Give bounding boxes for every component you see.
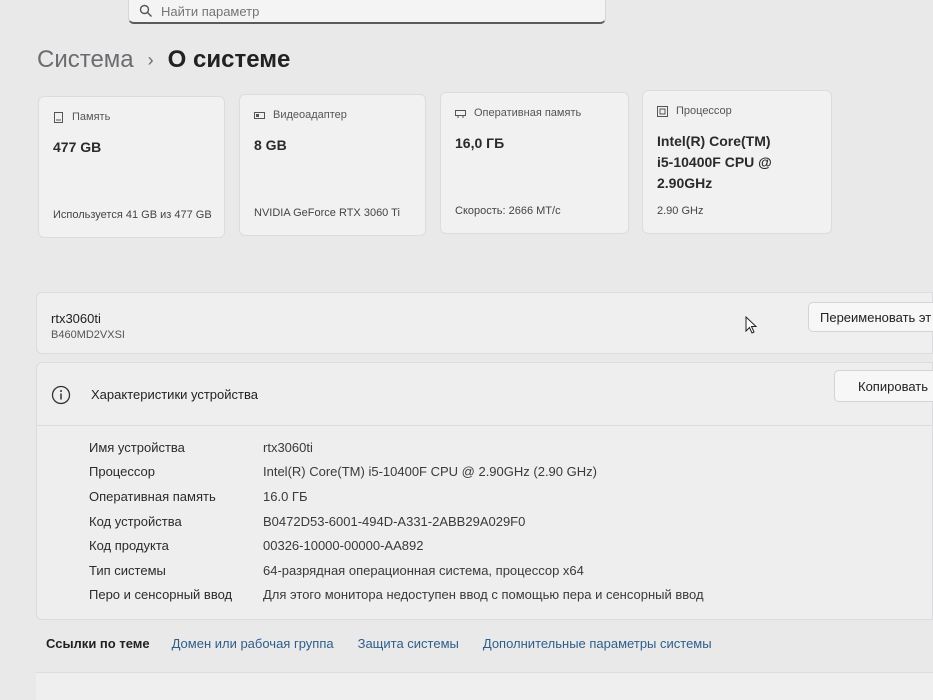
copy-button[interactable]: Копировать [834, 370, 933, 402]
spec-row: Процессор Intel(R) Core(TM) i5-10400F CPU… [89, 460, 704, 485]
spec-value: 16.0 ГБ [263, 488, 308, 504]
mouse-cursor-icon [745, 316, 758, 334]
spec-value: Для этого монитора недоступен ввод с пом… [263, 587, 704, 603]
breadcrumb-parent[interactable]: Система [37, 46, 134, 74]
next-section-edge [36, 672, 933, 700]
gpu-icon [254, 110, 265, 121]
ram-icon [455, 108, 466, 119]
ram-card: Оперативная память 16,0 ГБ Скорость: 266… [440, 92, 629, 234]
divider [37, 425, 932, 426]
spec-key: Код продукта [89, 538, 169, 554]
cpu-value-line: i5-10400F CPU @ [657, 154, 772, 170]
storage-card: Память 477 GB Используется 41 GB из 477 … [38, 96, 225, 238]
search-box[interactable] [128, 0, 606, 24]
gpu-value: 8 GB [254, 137, 287, 153]
cpu-value-line: 2.90GHz [657, 175, 713, 191]
ram-value: 16,0 ГБ [455, 135, 505, 151]
gpu-model: NVIDIA GeForce RTX 3060 Ti [254, 207, 400, 219]
cpu-label: Процессор [676, 105, 732, 117]
gpu-card: Видеоадаптер 8 GB NVIDIA GeForce RTX 306… [239, 94, 426, 236]
spec-key: Имя устройства [89, 439, 185, 455]
storage-label: Память [72, 111, 111, 123]
device-model: B460MD2VXSI [51, 329, 125, 341]
spec-value: 64-разрядная операционная система, проце… [263, 562, 584, 578]
spec-row: Оперативная память 16.0 ГБ [89, 484, 704, 509]
cpu-value: Intel(R) Core(TM) i5-10400F CPU @ 2.90GH… [657, 131, 772, 194]
cpu-value-line: Intel(R) Core(TM) [657, 133, 771, 149]
related-links: Ссылки по теме Домен или рабочая группа … [36, 620, 933, 666]
link-system-protection[interactable]: Защита системы [358, 636, 459, 651]
device-name-row: rtx3060ti B460MD2VXSI [36, 292, 933, 354]
spec-row: Тип системы 64-разрядная операционная сис… [89, 558, 704, 583]
spec-key: Процессор [89, 464, 155, 480]
spec-row: Код устройства B0472D53-6001-494D-A331-2A… [89, 509, 704, 534]
spec-value: B0472D53-6001-494D-A331-2ABB29A029F0 [263, 513, 526, 529]
storage-usage: Используется 41 GB из 477 GB [53, 209, 212, 221]
cpu-card: Процессор Intel(R) Core(TM) i5-10400F CP… [642, 90, 832, 234]
rename-button[interactable]: Переименовать эт [808, 302, 933, 332]
specs-title: Характеристики устройства [91, 387, 258, 402]
spec-row: Код продукта 00326-10000-00000-AA892 [89, 533, 704, 558]
link-advanced-system-settings[interactable]: Дополнительные параметры системы [483, 636, 712, 651]
storage-value: 477 GB [53, 139, 102, 155]
spec-key: Код устройства [89, 513, 182, 529]
ram-label: Оперативная память [474, 107, 582, 119]
spec-row: Перо и сенсорный ввод Для этого монитора … [89, 583, 704, 608]
search-icon [139, 4, 153, 18]
specs-table: Имя устройства rtx3060ti Процессор Intel(R… [89, 435, 704, 607]
breadcrumb: Система › О системе [37, 46, 290, 74]
device-specs-section: Характеристики устройства Имя устройства… [36, 362, 933, 620]
search-input[interactable] [161, 3, 561, 19]
spec-value: rtx3060ti [263, 439, 313, 455]
spec-value: 00326-10000-00000-AA892 [263, 538, 424, 554]
link-domain-workgroup[interactable]: Домен или рабочая группа [172, 636, 334, 651]
gpu-label: Видеоадаптер [273, 109, 347, 121]
cpu-icon [657, 105, 668, 117]
spec-value: Intel(R) Core(TM) i5-10400F CPU @ 2.90GH… [263, 464, 597, 480]
spec-key: Оперативная память [89, 488, 216, 504]
breadcrumb-separator: › [147, 49, 154, 70]
device-name: rtx3060ti [51, 311, 101, 326]
storage-icon [53, 111, 64, 123]
info-icon [51, 385, 71, 405]
page-title: О системе [167, 46, 291, 73]
spec-key: Тип системы [89, 562, 166, 578]
ram-speed: Скорость: 2666 MT/c [455, 205, 561, 217]
spec-key: Перо и сенсорный ввод [89, 587, 233, 603]
related-links-label: Ссылки по теме [46, 635, 150, 651]
spec-row: Имя устройства rtx3060ti [89, 435, 704, 460]
cpu-frequency: 2.90 GHz [657, 205, 704, 217]
